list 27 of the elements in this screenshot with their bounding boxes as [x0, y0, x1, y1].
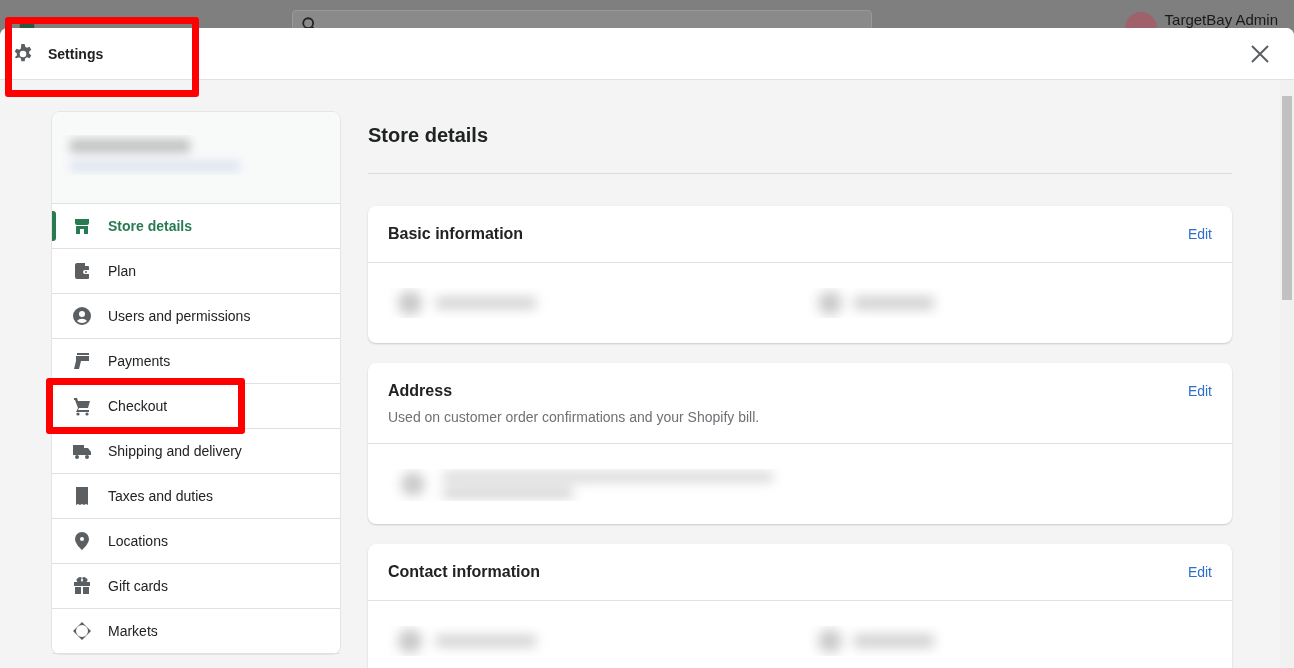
sidebar-item[interactable]: Checkout [52, 384, 340, 429]
sidebar-item[interactable]: Users and permissions [52, 294, 340, 339]
card-title: Contact information [388, 562, 540, 582]
sidebar-item[interactable]: Plan [52, 249, 340, 294]
edit-link[interactable]: Edit [1187, 564, 1212, 580]
card-icon [72, 351, 92, 371]
sidebar-item[interactable]: Taxes and duties [52, 474, 340, 519]
sidebar-item[interactable]: Shipping and delivery [52, 429, 340, 474]
sidebar-item[interactable]: Markets [52, 609, 340, 654]
edit-link[interactable]: Edit [1187, 383, 1212, 399]
modal-title: Settings [48, 45, 104, 62]
store-icon [72, 216, 92, 236]
user-icon [72, 306, 92, 326]
sidebar-item[interactable]: Payments [52, 339, 340, 384]
card-description: Used on customer order confirmations and your Shopify bill. [388, 409, 760, 425]
cart-icon [72, 396, 92, 416]
card-title: Basic information [388, 224, 524, 244]
gift-icon [72, 576, 92, 596]
wallet-icon [72, 261, 92, 281]
pin-icon [72, 531, 92, 551]
page-title: Store details [368, 123, 490, 147]
card-title: Address [388, 381, 454, 401]
user-name: TargetBay Admin [1164, 11, 1278, 28]
sidebar-item[interactable]: Store details [52, 204, 340, 249]
edit-link[interactable]: Edit [1187, 226, 1212, 242]
sidebar-item[interactable]: Gift cards [52, 564, 340, 609]
sidebar-item[interactable]: Locations [52, 519, 340, 564]
